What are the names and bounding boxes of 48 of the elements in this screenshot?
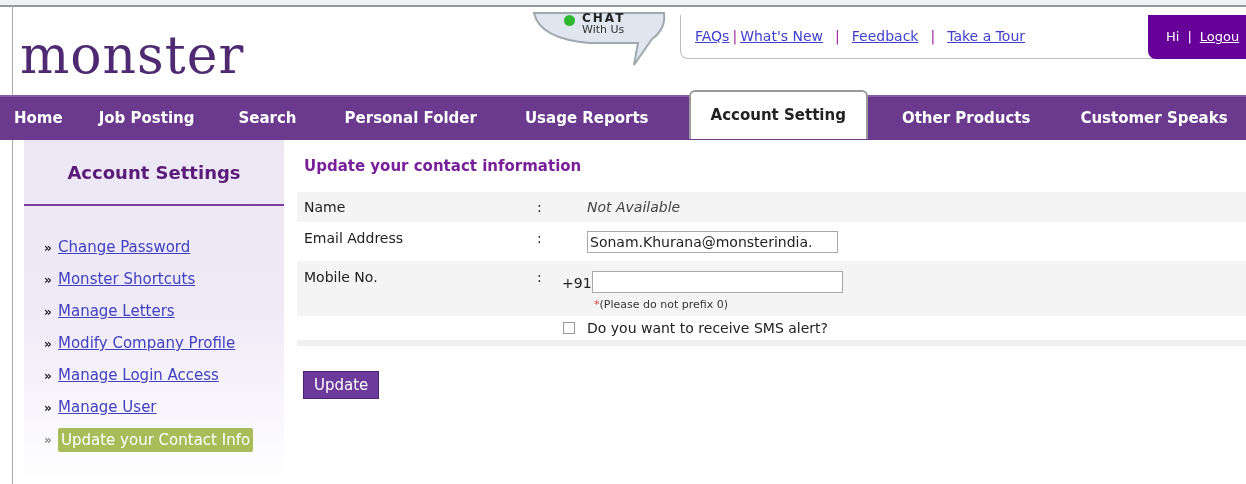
link-separator: | [929, 27, 937, 47]
nav-tab[interactable]: Job Posting [98, 107, 239, 130]
update-button[interactable]: Update [303, 371, 380, 399]
bullet-icon: » [44, 270, 58, 289]
link-separator: | [834, 27, 841, 47]
top-link[interactable]: Take a Tour [947, 26, 1026, 47]
field-label: Mobile No. [303, 268, 379, 287]
sidebar-link[interactable]: Manage Letters [58, 300, 175, 323]
nav-tab[interactable]: Usage Reports [524, 107, 689, 130]
sidebar-title: Account Settings [67, 160, 241, 185]
separator-text: : [537, 229, 543, 248]
separator-text: : [537, 268, 543, 287]
bullet-icon: » [44, 238, 58, 257]
bullet-icon: » [44, 366, 58, 385]
sms-checkbox[interactable] [563, 322, 575, 334]
bullet-icon: » [44, 430, 58, 449]
phone-prefix: +91 [562, 274, 592, 293]
logout-link[interactable]: Logou [1199, 27, 1240, 47]
nav-tab[interactable]: Home [14, 107, 99, 130]
field-value: Not Available [587, 197, 681, 217]
checkbox-label: Do you want to receive SMS alert? [587, 318, 828, 338]
nav-tab[interactable]: Customer Speaks [1080, 107, 1228, 130]
sidebar-link[interactable]: Modify Company Profile [58, 332, 236, 355]
form-title: Update your contact information [303, 155, 583, 177]
sidebar-link[interactable]: Manage User [58, 396, 157, 419]
field-label: Email Address [303, 229, 405, 248]
nav-tab[interactable]: Personal Folder [344, 107, 525, 130]
bullet-icon: » [44, 302, 58, 321]
top-link[interactable]: FAQs [695, 26, 730, 47]
sidebar-link[interactable]: Manage Login Access [58, 364, 219, 387]
nav-tab[interactable]: Account Setting [688, 90, 868, 139]
hint-text: *(Please do not prefix 0) [594, 297, 729, 313]
bullet-icon: » [44, 398, 58, 417]
top-link[interactable]: What's New [740, 26, 824, 47]
separator-text: : [537, 197, 543, 217]
nav-tab[interactable]: Search [238, 107, 345, 130]
sidebar-link[interactable]: Monster Shortcuts [58, 268, 196, 291]
bullet-icon: » [44, 334, 58, 353]
field-label: Name [303, 197, 347, 217]
nav-tab[interactable]: Other Products [901, 107, 1081, 130]
email-field[interactable]: Sonam.Khurana@monsterindia. [587, 231, 838, 253]
link-separator: | [1186, 28, 1193, 47]
mobile-field[interactable] [591, 270, 843, 293]
sidebar-link[interactable]: Change Password [58, 236, 191, 259]
top-link[interactable]: Feedback [851, 26, 919, 47]
logo[interactable]: monster [20, 29, 245, 81]
greeting-text: Hi [1166, 28, 1180, 47]
link-separator: | [731, 27, 739, 47]
